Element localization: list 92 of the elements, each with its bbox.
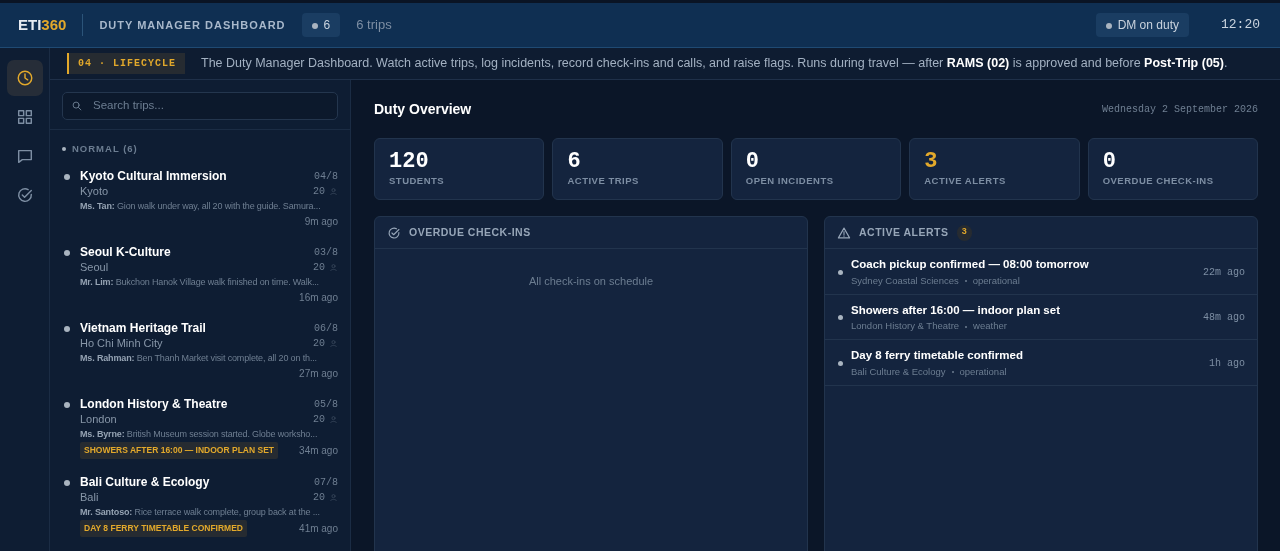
trip-note: Mr. Santoso: Rice terrace walk complete, group back at the ...: [80, 506, 321, 520]
nav-button[interactable]: [6, 60, 43, 96]
trip-item[interactable]: Bali Culture & Ecology 07/8 Bali 20 Mr. Santoso: Rice terrace walk complete, group back at the ... DAY 8 FERRY TIMETABLE CONFIRMED 41m ago: [50, 466, 350, 545]
trip-city: Bali: [80, 490, 99, 506]
warning-icon: [837, 225, 851, 240]
stat-value: 120: [389, 150, 430, 175]
stat-value: 0: [745, 150, 760, 175]
trip-name: Bali Culture & Ecology: [80, 475, 210, 491]
alert-time: 1h ago: [1209, 356, 1245, 371]
student-count: 20: [313, 413, 325, 428]
trip-name: London History & Theatre: [80, 397, 228, 413]
alert-title: Day 8 ferry timetable confirmed: [851, 348, 1024, 364]
group-heading: NORMAL (6): [50, 129, 350, 161]
alert-time: 48m ago: [1203, 311, 1245, 326]
count-badge: 3: [956, 225, 973, 241]
trip-name: Vietnam Heritage Trail: [80, 321, 206, 337]
updated-time: 9m ago: [304, 215, 338, 230]
trip-day: 03/8: [314, 245, 338, 261]
trip-day: 06/8: [314, 321, 338, 337]
search-field[interactable]: Search trips...: [91, 96, 337, 116]
logo: ETI360: [18, 14, 67, 35]
trip-name: Kyoto Cultural Immersion: [80, 169, 227, 185]
panel-title: ACTIVE ALERTS: [859, 225, 949, 241]
stat-label: ACTIVE ALERTS: [924, 174, 1007, 189]
person-icon: [329, 339, 338, 349]
alert-category: weather: [973, 320, 1007, 332]
trip-name: Seoul K-Culture: [80, 245, 171, 261]
trip-item[interactable]: Vietnam Heritage Trail 06/8 Ho Chi Minh City 20 Ms. Rahman: Ben Thanh Market visit complete, all 20 on th... 27m ago: [50, 312, 350, 389]
trip-note: Ms. Rahman: Ben Thanh Market visit complete, all 20 on th...: [80, 352, 318, 366]
lifecycle-description: The Duty Manager Dashboard. Watch active trips, log incidents, record check-ins and calls, and raise flags. Runs during travel — after RAMS (02) is approved and before Post-Trip (05).: [201, 55, 1228, 73]
trip-note: Ms. Tan: Gion walk under way, all 20 with the guide. Samura...: [80, 200, 322, 214]
stat-label: OVERDUE CHECK-INS: [1102, 174, 1215, 189]
alert-item[interactable]: Day 8 ferry timetable confirmed Bali Culture & Ecology operational 1h ago: [825, 340, 1257, 386]
flag-tag: SHOWERS AFTER 16:00 — INDOOR PLAN SET: [80, 442, 278, 460]
page-title: DUTY MANAGER DASHBOARD: [99, 17, 286, 33]
stat-value: 0: [1102, 150, 1117, 175]
stat-label: OPEN INCIDENTS: [745, 174, 835, 189]
empty-message: All check-ins on schedule: [527, 274, 655, 290]
alert-time: 22m ago: [1203, 265, 1245, 280]
alert-item[interactable]: Showers after 16:00 — indoor plan set London History & Theatre weather 48m ago: [825, 294, 1257, 341]
stat-label: ACTIVE TRIPS: [567, 174, 640, 189]
student-count: 20: [313, 337, 325, 352]
trip-city: Ho Chi Minh City: [80, 336, 163, 352]
trip-city: London: [80, 412, 117, 428]
status-pill: DM on duty: [1095, 13, 1189, 37]
person-icon: [329, 415, 338, 425]
trip-note: Mr. Lim: Bukchon Hanok Village walk finished on time. Walk...: [80, 276, 320, 290]
alert-category: operational: [959, 365, 1007, 377]
clock-time: 12:20: [1221, 16, 1260, 35]
trip-city: Seoul: [80, 260, 109, 276]
date-label: Wednesday 2 September 2026: [1101, 102, 1258, 117]
stat-label: STUDENTS: [389, 174, 446, 189]
updated-time: 41m ago: [299, 522, 338, 537]
updated-time: 27m ago: [299, 367, 338, 382]
stat-value: 3: [924, 150, 939, 175]
trip-item[interactable]: Seoul K-Culture 03/8 Seoul 20 Mr. Lim: Bukchon Hanok Village walk finished on time. Walk... 16m ago: [50, 236, 350, 313]
student-count: 20: [313, 261, 325, 276]
alert-category: operational: [972, 274, 1020, 286]
grid-icon: [15, 108, 34, 126]
search-box[interactable]: Search trips...: [62, 92, 338, 120]
trip-count-pill: 6: [301, 13, 341, 37]
trip-city: Kyoto: [80, 184, 109, 200]
section-title: Duty Overview: [374, 99, 472, 119]
person-icon: [329, 263, 338, 273]
trip-item[interactable]: London History & Theatre 05/8 London 20 Ms. Byrne: British Museum session started. Globe worksho... SHOWERS AFTER 16:00 — INDOOR PLAN SET 34m ago: [50, 388, 350, 467]
alert-trip: Bali Culture & Ecology: [851, 365, 946, 377]
panel-title: OVERDUE CHECK-INS: [409, 225, 531, 241]
person-icon: [329, 187, 338, 197]
alert-trip: Sydney Coastal Sciences: [851, 274, 959, 286]
search-icon: [71, 100, 83, 112]
lifecycle-tag: 04 · LIFECYCLE: [67, 53, 185, 74]
trip-day: 04/8: [314, 169, 338, 185]
person-icon: [329, 493, 338, 503]
student-count: 20: [313, 491, 325, 506]
check-circle-icon: [387, 225, 401, 240]
trip-day: 07/8: [314, 475, 338, 491]
trip-day: 05/8: [314, 397, 338, 413]
alert-trip: London History & Theatre: [851, 320, 960, 332]
trips-label: 6 trips: [356, 16, 392, 35]
stat-value: 6: [567, 150, 582, 175]
trip-note: Ms. Byrne: British Museum session started. Globe worksho...: [80, 428, 319, 442]
check-circle-icon: [15, 186, 34, 204]
alert-title: Coach pickup confirmed — 08:00 tomorrow: [851, 257, 1090, 273]
alert-title: Showers after 16:00 — indoor plan set: [851, 302, 1061, 318]
updated-time: 34m ago: [299, 444, 338, 459]
updated-time: 16m ago: [299, 291, 338, 306]
alert-item[interactable]: Coach pickup confirmed — 08:00 tomorrow Sydney Coastal Sciences operational 22m ago: [825, 249, 1257, 295]
student-count: 20: [313, 185, 325, 200]
trip-item[interactable]: Kyoto Cultural Immersion 04/8 Kyoto 20 Ms. Tan: Gion walk under way, all 20 with the guide. Samura... 9m ago: [50, 160, 350, 237]
clock-icon: [15, 69, 34, 87]
chat-icon: [15, 147, 34, 165]
flag-tag: DAY 8 FERRY TIMETABLE CONFIRMED: [80, 520, 247, 538]
